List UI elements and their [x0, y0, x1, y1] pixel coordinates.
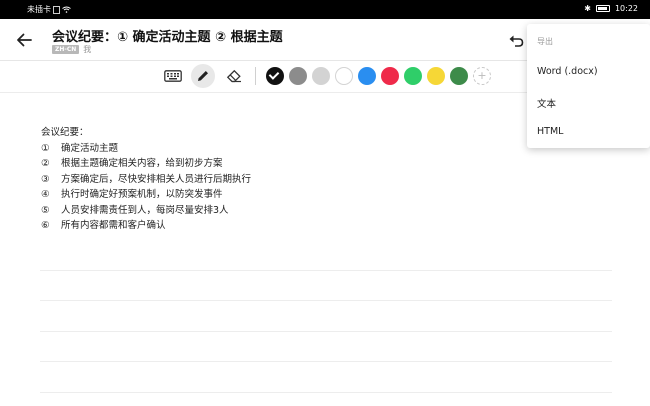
- selected-check-icon: [268, 69, 280, 80]
- sim-icon: [53, 5, 60, 14]
- ruled-line: [40, 270, 612, 271]
- ruled-line: [40, 392, 612, 393]
- list-item: ③ 方案确定后，尽快安排相关人员进行后期执行: [41, 173, 252, 185]
- back-arrow-icon[interactable]: [14, 30, 34, 50]
- ruled-line: [40, 361, 612, 362]
- ruled-line: [40, 300, 612, 301]
- keyboard-icon: [164, 70, 182, 82]
- list-item: ⑤ 人员安排需责任到人，每岗尽量安排3人: [41, 204, 229, 216]
- note-heading: 会议纪要：: [41, 127, 89, 138]
- color-swatch-black[interactable]: [266, 67, 284, 85]
- color-swatch-red[interactable]: [381, 67, 399, 85]
- color-swatch-yellow[interactable]: [427, 67, 445, 85]
- status-bar: 未插卡 ✱ 10:22: [0, 0, 650, 19]
- export-docx-item[interactable]: Word (.docx): [537, 66, 598, 77]
- author-label: 我: [83, 45, 92, 54]
- undo-icon[interactable]: [508, 33, 524, 47]
- eraser-button[interactable]: [222, 64, 246, 88]
- battery-icon: [595, 5, 610, 12]
- color-swatch-blue[interactable]: [358, 67, 376, 85]
- export-text-item[interactable]: 文本: [537, 96, 556, 110]
- color-swatch-lightgray[interactable]: [312, 67, 330, 85]
- wifi-icon: [62, 6, 71, 13]
- note-title[interactable]: 会议纪要：① 确定活动主题 ② 根据主题: [52, 26, 283, 45]
- note-meta: ZH-CN 我: [52, 44, 91, 55]
- color-swatch-darkgreen[interactable]: [450, 67, 468, 85]
- eraser-icon: [226, 69, 241, 83]
- list-item: ① 确定活动主题: [41, 142, 119, 154]
- color-swatch-white[interactable]: [335, 67, 353, 85]
- export-html-item[interactable]: HTML: [537, 126, 563, 137]
- color-swatch-gray[interactable]: [289, 67, 307, 85]
- keyboard-button[interactable]: [161, 64, 185, 88]
- list-item: ② 根据主题确定相关内容，给到初步方案: [41, 158, 223, 169]
- list-item: ⑥ 所有内容都需和客户确认: [41, 220, 166, 231]
- pen-button[interactable]: [191, 64, 215, 88]
- bluetooth-icon: ✱: [584, 4, 591, 13]
- ruled-line: [40, 331, 612, 332]
- export-menu: 导出 Word (.docx) 文本 HTML: [527, 24, 650, 148]
- pen-icon: [198, 71, 208, 81]
- status-time: 10:22: [614, 4, 638, 13]
- toolbar-separator: [255, 67, 256, 85]
- color-swatch-green[interactable]: [404, 67, 422, 85]
- carrier-text: 未插卡: [27, 5, 51, 14]
- note-body[interactable]: 会议纪要： ① 确定活动主题 ② 根据主题确定相关内容，给到初步方案 ③ 方案确定后，…: [41, 125, 251, 234]
- language-badge: ZH-CN: [52, 45, 80, 54]
- add-color-button[interactable]: +: [473, 67, 491, 85]
- export-menu-header: 导出: [537, 37, 553, 46]
- list-item: ④ 执行时确定好预案机制，以防突发事件: [41, 189, 223, 200]
